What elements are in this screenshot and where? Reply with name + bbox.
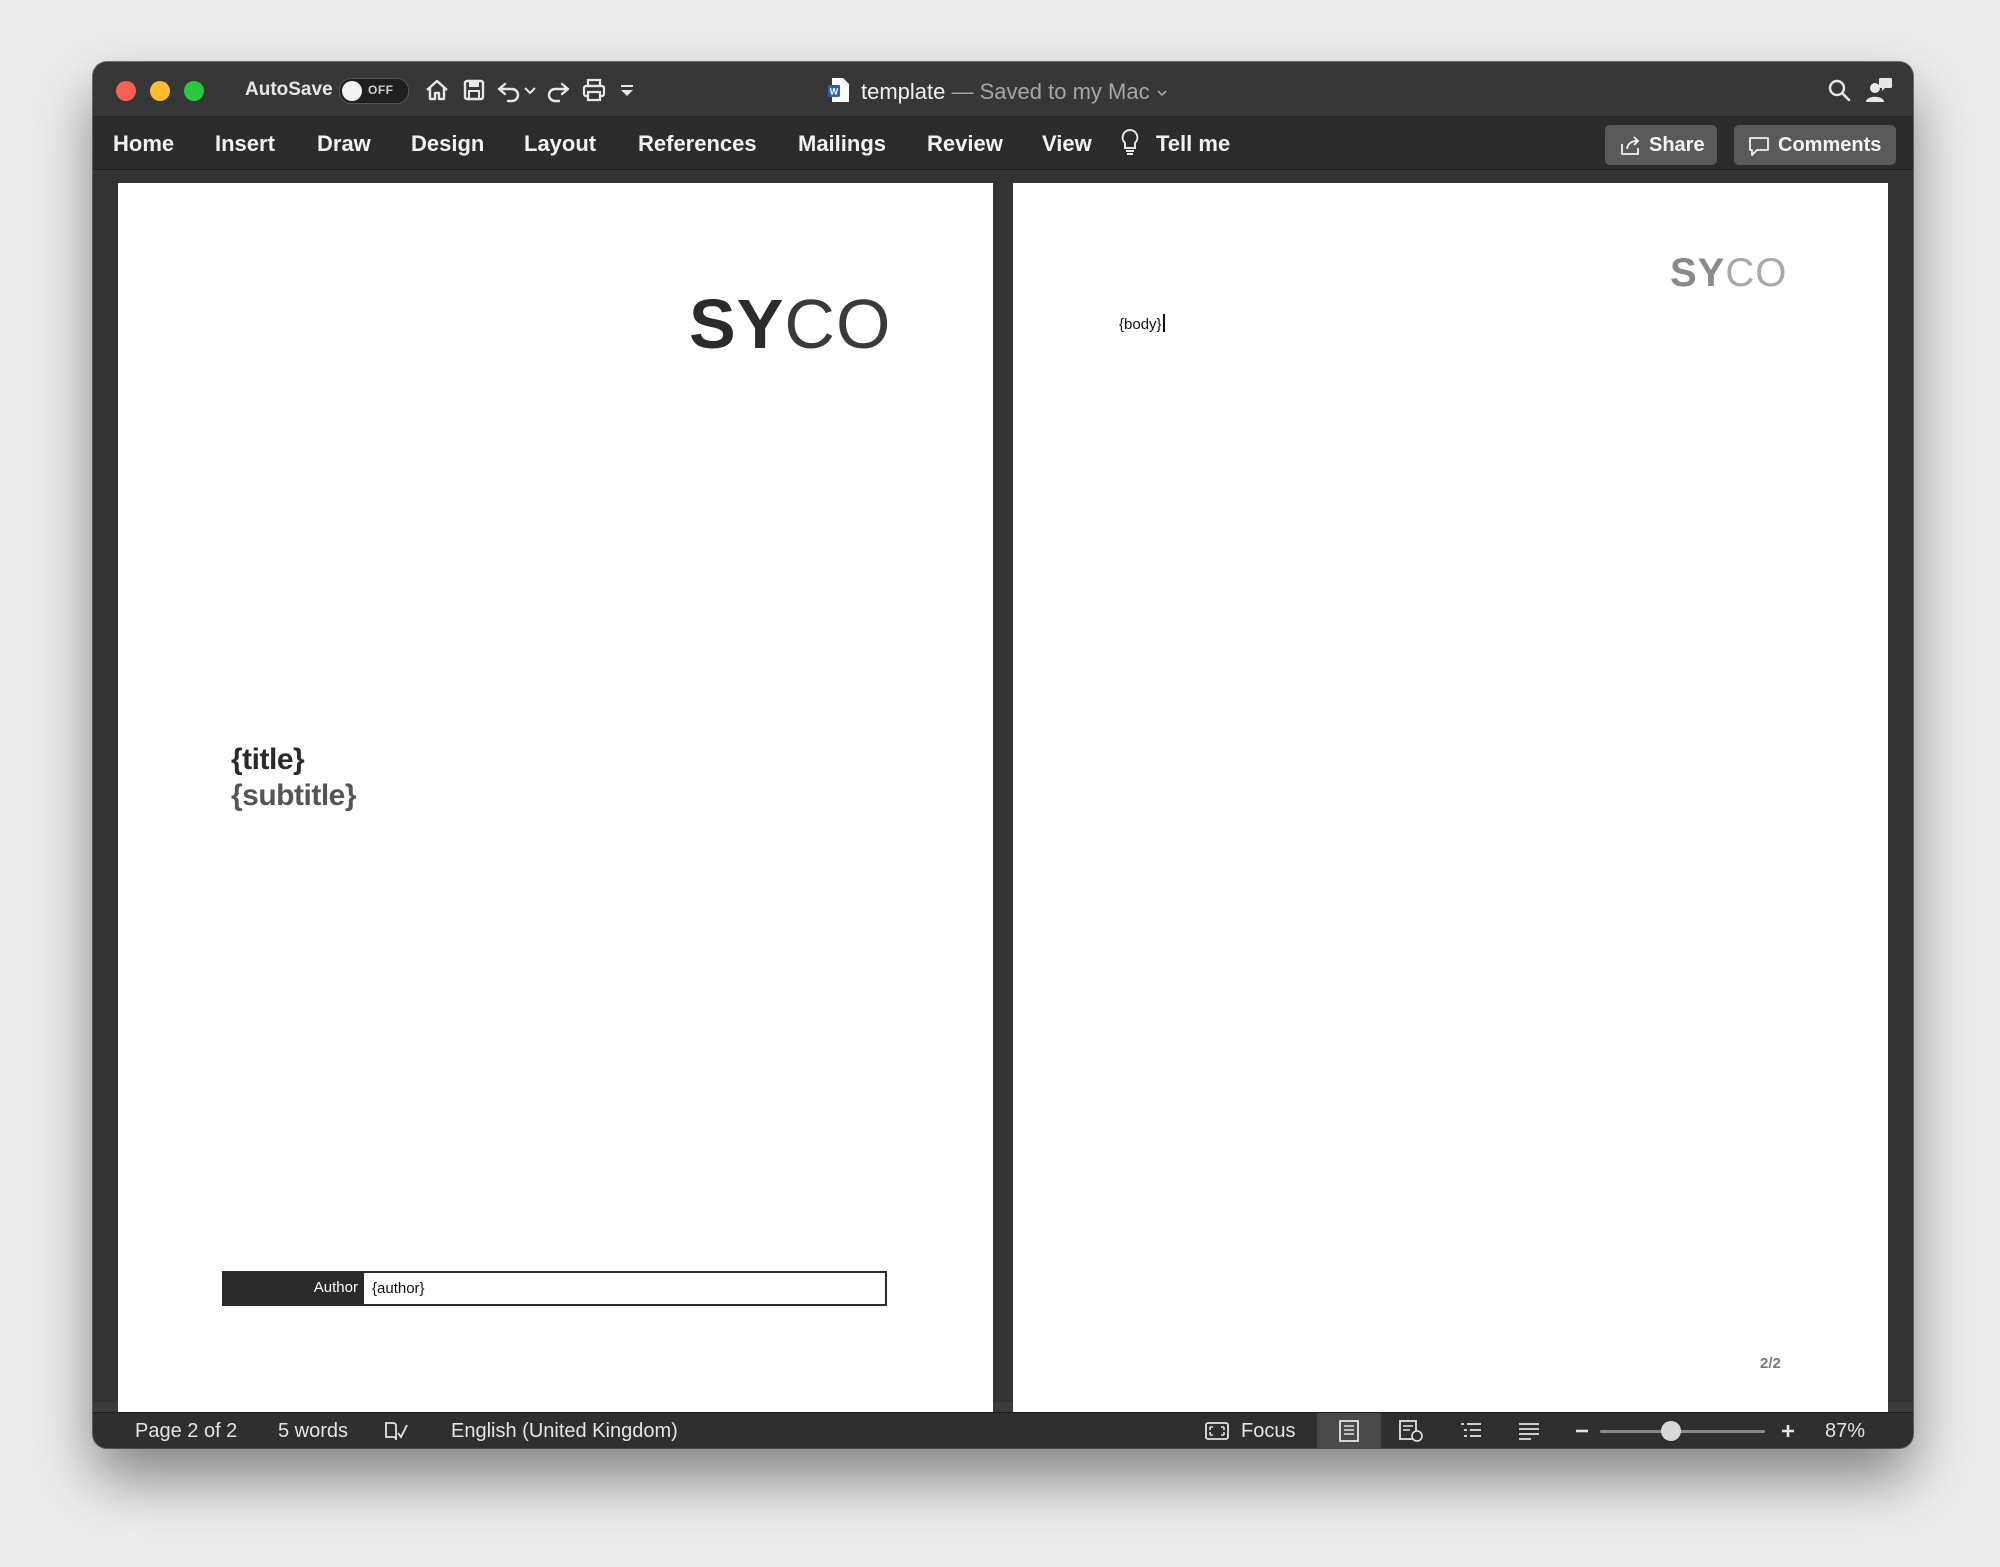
lightbulb-icon [1119,127,1141,157]
language-indicator[interactable]: English (United Kingdom) [451,1420,678,1443]
logo-text-light: CO [1725,251,1788,295]
tab-review[interactable]: Review [927,131,1003,157]
minimize-window-button[interactable] [150,81,170,101]
save-icon[interactable] [460,76,488,104]
document-title[interactable]: template — Saved to my Mac [861,79,1168,105]
autosave-toggle-knob [342,81,362,101]
document-save-status: — Saved to my Mac [945,79,1150,104]
web-layout-icon[interactable] [1398,1419,1424,1443]
word-document-icon: W [828,77,850,103]
author-label-cell[interactable]: Author [224,1273,364,1304]
share-icon [1619,135,1641,157]
autosave-label: AutoSave [245,79,333,100]
share-label: Share [1649,134,1705,156]
zoom-percentage[interactable]: 87% [1825,1420,1865,1443]
outline-view-icon[interactable] [1458,1419,1484,1443]
tab-draw[interactable]: Draw [317,131,371,157]
word-count[interactable]: 5 words [278,1420,348,1443]
comments-button[interactable]: Comments [1734,125,1896,165]
author-label: Author [313,1279,358,1296]
document-page-2[interactable]: SYCO {body} 2/2 [1013,183,1888,1415]
focus-label[interactable]: Focus [1241,1420,1295,1443]
subtitle-placeholder[interactable]: {subtitle} [231,779,357,813]
zoom-out-minus-icon[interactable] [1573,1419,1591,1443]
tab-layout[interactable]: Layout [524,131,596,157]
tab-home[interactable]: Home [113,131,174,157]
fullscreen-window-button[interactable] [184,81,204,101]
document-name: template [861,79,946,104]
title-placeholder[interactable]: {title} [231,743,305,777]
autosave-toggle[interactable]: OFF [339,78,409,104]
text-cursor [1162,314,1165,332]
page-number: 2/2 [1760,1355,1781,1372]
logo-text-bold: SY [1670,251,1726,295]
author-placeholder[interactable]: {author} [372,1280,425,1297]
zoom-slider-knob[interactable] [1661,1421,1681,1441]
redo-icon[interactable] [544,76,572,104]
tab-view[interactable]: View [1042,131,1092,157]
tab-mailings[interactable]: Mailings [798,131,886,157]
draft-view-icon[interactable] [1516,1419,1542,1443]
close-window-button[interactable] [116,81,136,101]
syco-logo: SYCO [689,284,891,364]
share-person-icon[interactable] [1865,76,1893,104]
word-window: AutoSave OFF W template — Saved to my Ma… [93,62,1913,1448]
comment-icon [1748,135,1770,157]
author-table-row[interactable]: Author {author} [222,1271,887,1306]
title-bar: AutoSave OFF W template — Saved to my Ma… [93,62,1913,117]
tab-insert[interactable]: Insert [215,131,275,157]
body-text: {body} [1119,316,1162,333]
zoom-slider-track[interactable] [1600,1430,1765,1433]
document-page-1[interactable]: SYCO {title} {subtitle} Author {author} [118,183,993,1415]
print-icon[interactable] [580,76,608,104]
autosave-state: OFF [368,83,394,97]
logo-text-light: CO [784,285,892,363]
zoom-in-plus-icon[interactable] [1779,1419,1797,1443]
syco-logo-header: SYCO [1670,251,1787,296]
print-layout-icon[interactable] [1336,1419,1362,1443]
body-placeholder[interactable]: {body} [1119,314,1165,333]
logo-text-bold: SY [689,285,785,363]
tell-me-search[interactable]: Tell me [1156,131,1230,157]
tab-design[interactable]: Design [411,131,484,157]
title-chevron-down-icon [1156,79,1168,105]
tab-references[interactable]: References [638,131,757,157]
undo-icon[interactable] [495,76,523,104]
share-button[interactable]: Share [1605,125,1717,165]
undo-dropdown-chevron-down-icon[interactable] [522,76,538,104]
comments-label: Comments [1778,134,1882,156]
ribbon-tab-bar: Home Insert Draw Design Layout Reference… [93,117,1913,170]
document-canvas[interactable]: SYCO {title} {subtitle} Author {author} … [93,170,1913,1415]
customize-toolbar-icon[interactable] [617,76,637,104]
page-count[interactable]: Page 2 of 2 [135,1420,237,1443]
status-bar: Page 2 of 2 5 words English (United King… [93,1412,1913,1448]
svg-text:W: W [830,87,839,97]
focus-icon[interactable] [1204,1419,1230,1443]
search-icon[interactable] [1825,76,1853,104]
proofing-book-icon[interactable] [383,1419,409,1443]
home-icon[interactable] [423,76,451,104]
